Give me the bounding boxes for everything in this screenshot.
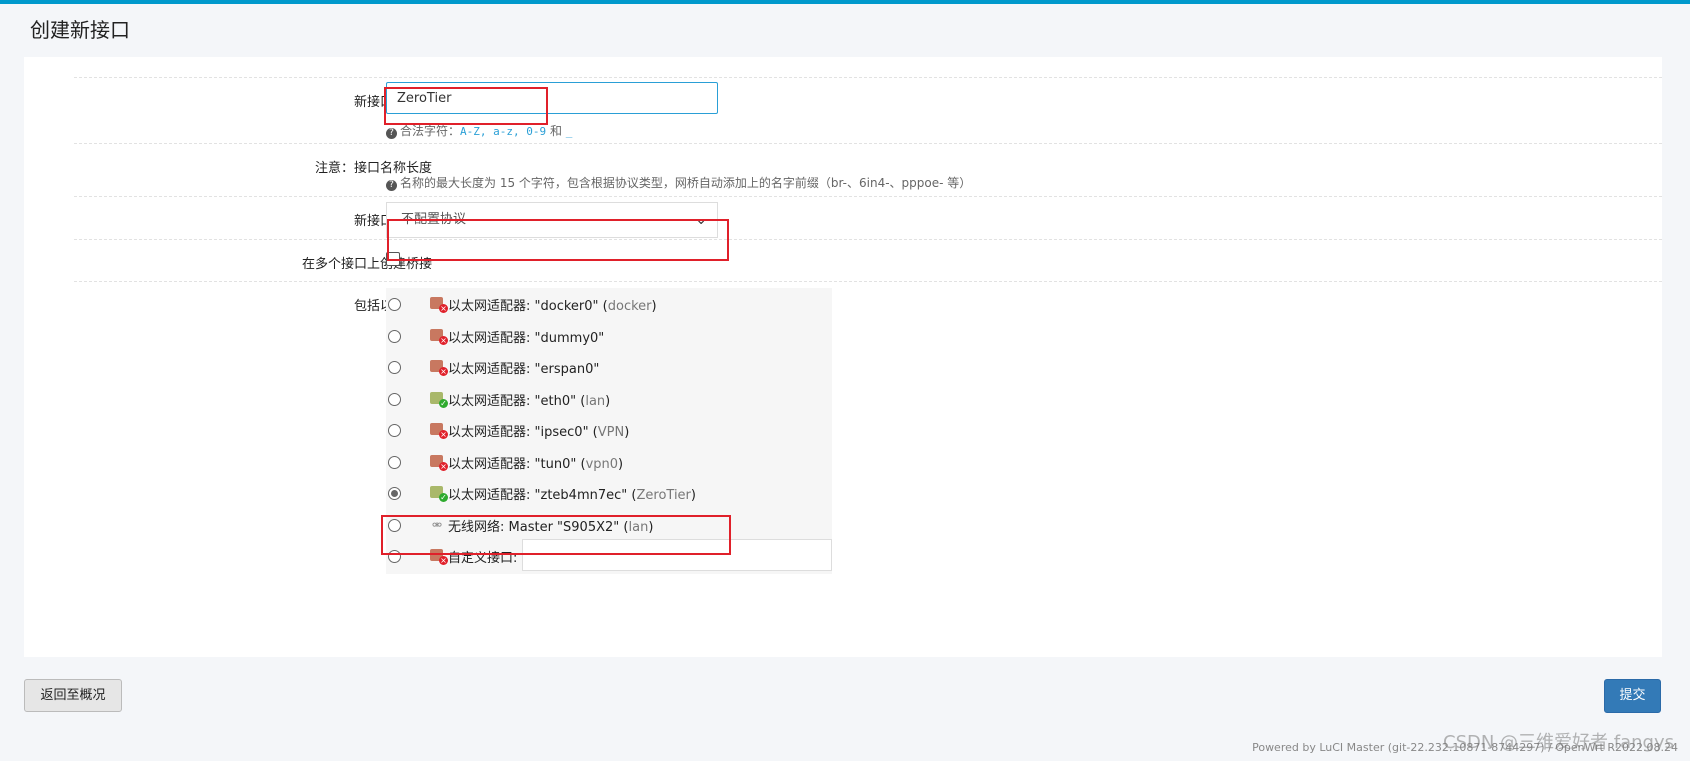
interface-item[interactable]: × 以太网适配器: "ipsec0" (VPN) (386, 414, 832, 446)
interface-radio-selected[interactable] (388, 487, 401, 500)
name-help-and: 和 (549, 124, 562, 138)
top-accent-bar (0, 0, 1690, 4)
interface-text: 自定义接口: (448, 551, 518, 566)
ethernet-down-icon: × (430, 297, 448, 313)
interface-text: 以太网适配器: "eth0" (lan) (448, 394, 611, 409)
ethernet-down-icon: × (430, 329, 448, 345)
protocol-selected-value: 不配置协议 (401, 212, 467, 227)
interface-text: 以太网适配器: "zteb4mn7ec" (ZeroTier) (448, 488, 696, 503)
name-help-prefix: 合法字符： (400, 124, 461, 138)
interface-text: 以太网适配器: "tun0" (vpn0) (448, 457, 624, 472)
interface-radio[interactable] (388, 519, 401, 532)
interface-item-custom[interactable]: × 自定义接口: (386, 539, 832, 572)
note-help: ? 名称的最大长度为 15 个字符，包含根据协议类型，网桥自动添加上的名字前缀（b… (386, 174, 971, 191)
ethernet-down-icon: × (430, 455, 448, 471)
name-row: 新接口的名称 ?合法字符：A-Z, a-z, 0-9 和 _ (74, 77, 1662, 144)
watermark: CSDN @三维爱好者 fangys (1443, 732, 1674, 753)
interface-radio[interactable] (388, 456, 401, 469)
protocol-row: 新接口的协议 不配置协议 ⌄ (74, 196, 1662, 240)
interface-text: 以太网适配器: "dummy0" (448, 331, 605, 346)
ethernet-down-icon: × (430, 549, 448, 565)
interface-radio[interactable] (388, 550, 401, 563)
interface-item[interactable]: × 以太网适配器: "tun0" (vpn0) (386, 446, 832, 478)
chevron-down-icon: ⌄ (695, 212, 707, 228)
wireless-icon: ⚮ (431, 518, 443, 532)
interface-text: 以太网适配器: "erspan0" (448, 362, 600, 377)
help-icon: ? (386, 180, 397, 191)
interface-item[interactable]: ✓ 以太网适配器: "eth0" (lan) (386, 383, 832, 415)
bridge-checkbox[interactable] (386, 252, 400, 266)
interface-radio[interactable] (388, 361, 401, 374)
interface-radio[interactable] (388, 298, 401, 311)
note-row: 注意：接口名称长度 ? 名称的最大长度为 15 个字符，包含根据协议类型，网桥自动… (74, 143, 1662, 197)
back-to-overview-button[interactable]: 返回至概况 (24, 679, 122, 712)
interface-name-input[interactable] (386, 82, 718, 114)
custom-interface-input[interactable] (522, 539, 832, 571)
name-help-underscore: _ (565, 125, 573, 138)
include-row: 包括以下接口 × 以太网适配器: "docker0" (docker) × 以太… (74, 281, 1662, 582)
ethernet-down-icon: × (430, 423, 448, 439)
interface-radio[interactable] (388, 393, 401, 406)
name-help-codes: A-Z, a-z, 0-9 (460, 125, 547, 138)
help-icon: ? (386, 128, 397, 139)
interface-item[interactable]: × 以太网适配器: "dummy0" (386, 320, 832, 352)
interface-item[interactable]: × 以太网适配器: "docker0" (docker) (386, 288, 832, 320)
interface-text: 以太网适配器: "ipsec0" (VPN) (448, 425, 630, 440)
bridge-row: 在多个接口上创建桥接 (74, 239, 1662, 282)
submit-button[interactable]: 提交 (1604, 679, 1661, 713)
interface-radio[interactable] (388, 330, 401, 343)
name-help: ? 合法字符：A-Z, a-z, 0-9 和 _ (386, 122, 572, 139)
form-panel: 新接口的名称 ?合法字符：A-Z, a-z, 0-9 和 _ 注意：接口名称长度… (24, 57, 1662, 657)
page-title: 创建新接口 (30, 18, 130, 42)
interface-radio[interactable] (388, 424, 401, 437)
ethernet-down-icon: × (430, 360, 448, 376)
protocol-select[interactable]: 不配置协议 ⌄ (386, 202, 718, 238)
interface-item[interactable]: ⚮ 无线网络: Master "S905X2" (lan) (386, 509, 832, 541)
note-help-text: 名称的最大长度为 15 个字符，包含根据协议类型，网桥自动添加上的名字前缀（br… (400, 176, 972, 190)
interface-item-selected[interactable]: ✓ 以太网适配器: "zteb4mn7ec" (ZeroTier) (386, 477, 832, 509)
interface-item[interactable]: × 以太网适配器: "erspan0" (386, 351, 832, 383)
interface-list: × 以太网适配器: "docker0" (docker) × 以太网适配器: "… (386, 288, 832, 574)
ethernet-up-icon: ✓ (430, 392, 448, 408)
interface-text: 无线网络: Master "S905X2" (lan) (448, 520, 654, 535)
interface-text: 以太网适配器: "docker0" (docker) (448, 299, 657, 314)
ethernet-up-icon: ✓ (430, 486, 448, 502)
